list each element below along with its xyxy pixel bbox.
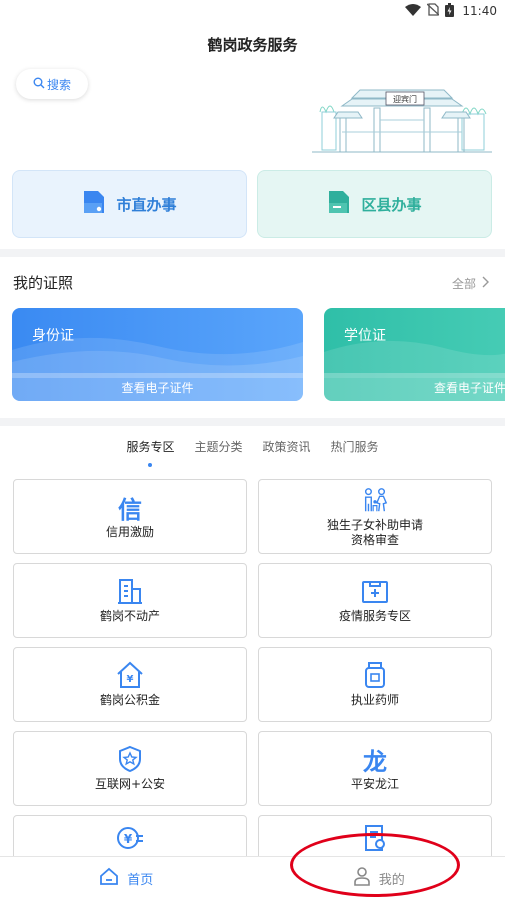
- tabbar-mine-label: 我的: [378, 872, 405, 888]
- county-folder-icon: [327, 189, 351, 219]
- tab-topic-category[interactable]: 主题分类: [194, 438, 242, 455]
- service-only-child-subsidy[interactable]: 独生子女补助申请 资格审查: [258, 479, 492, 554]
- service-label: 独生子女补助申请 资格审查: [326, 517, 423, 547]
- family-icon: [361, 486, 389, 514]
- service-tabs: 服务专区 主题分类 政策资讯 热门服务: [0, 438, 505, 455]
- gate-illustration: 迎宾门: [312, 72, 492, 156]
- service-epidemic-zone[interactable]: 疫情服务专区: [258, 563, 492, 638]
- dragon-icon: 龙: [363, 747, 387, 776]
- chevron-right-icon: [482, 276, 489, 291]
- degree-certificate[interactable]: 学位证 查看电子证件: [324, 308, 505, 401]
- finance-icon: ¥: [116, 824, 144, 852]
- search-button[interactable]: 搜索: [16, 69, 88, 99]
- service-label: 鹤岗公积金: [99, 693, 160, 707]
- service-label: 平安龙江: [350, 777, 399, 791]
- service-credit-incentive[interactable]: 信 信用激励: [13, 479, 247, 554]
- county-affairs-button[interactable]: 区县办事: [257, 170, 492, 238]
- medicine-bottle-icon: [361, 661, 389, 689]
- section-divider: [0, 249, 505, 257]
- service-label: 疫情服务专区: [338, 609, 411, 623]
- id-card-name: 身份证: [32, 328, 74, 344]
- status-bar: 11:40: [0, 0, 505, 22]
- wifi-icon: [405, 3, 422, 19]
- user-icon: [353, 866, 371, 890]
- page-title: 鹤岗政务服务: [207, 36, 298, 54]
- service-safe-longjiang[interactable]: 龙 平安龙江: [258, 731, 492, 806]
- service-label: 鹤岗不动产: [99, 609, 160, 623]
- battery-icon: [445, 2, 455, 20]
- search-label: 搜索: [46, 77, 71, 92]
- view-degree-link[interactable]: 查看电子证件: [324, 373, 505, 401]
- all-label: 全部: [451, 277, 476, 291]
- service-label: 信用激励: [105, 525, 154, 539]
- no-sim-icon: [426, 3, 440, 19]
- gate-sign: 迎宾门: [393, 94, 417, 104]
- house-fund-icon: ¥: [116, 661, 144, 689]
- home-icon: [99, 867, 119, 890]
- service-internet-police[interactable]: 互联网+公安: [13, 731, 247, 806]
- id-card-certificate[interactable]: 身份证 查看电子证件: [12, 308, 303, 401]
- view-id-card-link[interactable]: 查看电子证件: [12, 373, 303, 401]
- status-time: 11:40: [462, 4, 497, 18]
- medical-box-icon: [361, 577, 389, 605]
- city-folder-icon: [82, 189, 106, 219]
- svg-text:¥: ¥: [124, 832, 133, 846]
- tabbar-home[interactable]: 首页: [0, 857, 253, 899]
- degree-name: 学位证: [344, 328, 386, 344]
- service-real-estate[interactable]: 鹤岗不动产: [13, 563, 247, 638]
- tabbar-home-label: 首页: [127, 872, 154, 888]
- svg-text:¥: ¥: [127, 674, 134, 685]
- tabbar-mine[interactable]: 我的: [253, 857, 505, 899]
- building-icon: [116, 577, 144, 605]
- county-affairs-label: 区县办事: [361, 195, 422, 214]
- service-label: 互联网+公安: [94, 777, 166, 791]
- service-licensed-pharmacist[interactable]: 执业药师: [258, 647, 492, 722]
- tab-hot-services[interactable]: 热门服务: [331, 438, 379, 455]
- section-divider: [0, 418, 505, 426]
- certificates-title: 我的证照: [13, 274, 74, 292]
- certificates-all-link[interactable]: 全部: [452, 275, 489, 292]
- tab-policy-news[interactable]: 政策资讯: [263, 438, 311, 455]
- document-icon: [361, 824, 389, 852]
- service-label: 执业药师: [350, 693, 399, 707]
- search-icon: [33, 77, 45, 92]
- police-badge-icon: [116, 745, 144, 773]
- city-affairs-button[interactable]: 市直办事: [12, 170, 247, 238]
- bottom-tabbar: 首页 我的: [0, 856, 505, 899]
- tab-service-zone[interactable]: 服务专区: [126, 438, 174, 455]
- credit-icon: 信: [118, 495, 142, 524]
- service-housing-fund[interactable]: ¥ 鹤岗公积金: [13, 647, 247, 722]
- city-affairs-label: 市直办事: [116, 195, 177, 214]
